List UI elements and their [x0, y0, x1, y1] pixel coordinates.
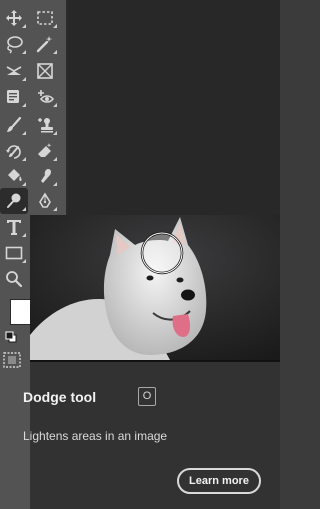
smudge-icon — [41, 169, 52, 183]
healing-brush-icon — [7, 116, 22, 132]
type-icon — [7, 220, 21, 235]
document-canvas[interactable] — [68, 0, 280, 215]
dog-photo-icon — [30, 215, 280, 360]
history-brush-tool[interactable] — [0, 138, 28, 164]
learn-more-button[interactable]: Learn more — [177, 468, 261, 494]
tooltip-divider — [30, 360, 280, 362]
frame-tool[interactable] — [31, 58, 59, 84]
red-eye-icon — [38, 90, 55, 103]
shortcut-key-badge: O — [138, 387, 156, 406]
magic-wand-icon — [36, 36, 53, 53]
default-colors-icon[interactable] — [5, 331, 17, 343]
zoom-tool[interactable] — [0, 266, 28, 292]
frame-icon — [37, 63, 53, 79]
crop-icon — [6, 66, 22, 75]
rectangular-marquee-icon — [37, 11, 53, 25]
tooltip-description: Lightens areas in an image — [23, 429, 168, 443]
eraser-icon — [38, 143, 52, 157]
quick-mask-icon[interactable] — [3, 352, 21, 368]
pen-tool[interactable] — [31, 188, 59, 214]
lasso-tool[interactable] — [0, 31, 28, 57]
foreground-color-swatch[interactable] — [10, 299, 31, 325]
crop-tool[interactable] — [0, 58, 28, 84]
eyedropper-icon — [7, 90, 19, 103]
lasso-icon — [7, 36, 23, 54]
tooltip-title: Dodge tool — [23, 389, 97, 405]
rectangle-shape-icon — [5, 246, 23, 260]
stamp-tool[interactable] — [31, 112, 59, 138]
eyedropper-tool[interactable] — [0, 84, 28, 110]
eraser-tool[interactable] — [31, 138, 59, 164]
type-tool[interactable] — [0, 214, 28, 240]
move-tool[interactable] — [0, 5, 28, 31]
marquee-tool[interactable] — [31, 5, 59, 31]
red-eye-tool[interactable] — [31, 84, 59, 110]
dodge-tool[interactable] — [0, 188, 28, 214]
pen-icon — [39, 192, 51, 208]
tool-tooltip — [30, 215, 280, 509]
dodge-icon — [7, 193, 21, 208]
paint-bucket-tool[interactable] — [0, 163, 28, 189]
history-brush-icon — [6, 145, 21, 159]
smudge-tool[interactable] — [31, 163, 59, 189]
move-icon — [6, 10, 22, 26]
paint-bucket-icon — [8, 169, 22, 181]
brush-tool[interactable] — [0, 112, 28, 138]
tooltip-preview-image — [30, 215, 280, 360]
zoom-icon — [6, 271, 23, 288]
clone-stamp-icon — [38, 118, 53, 133]
magic-wand-tool[interactable] — [31, 31, 59, 57]
shape-tool[interactable] — [0, 240, 28, 266]
